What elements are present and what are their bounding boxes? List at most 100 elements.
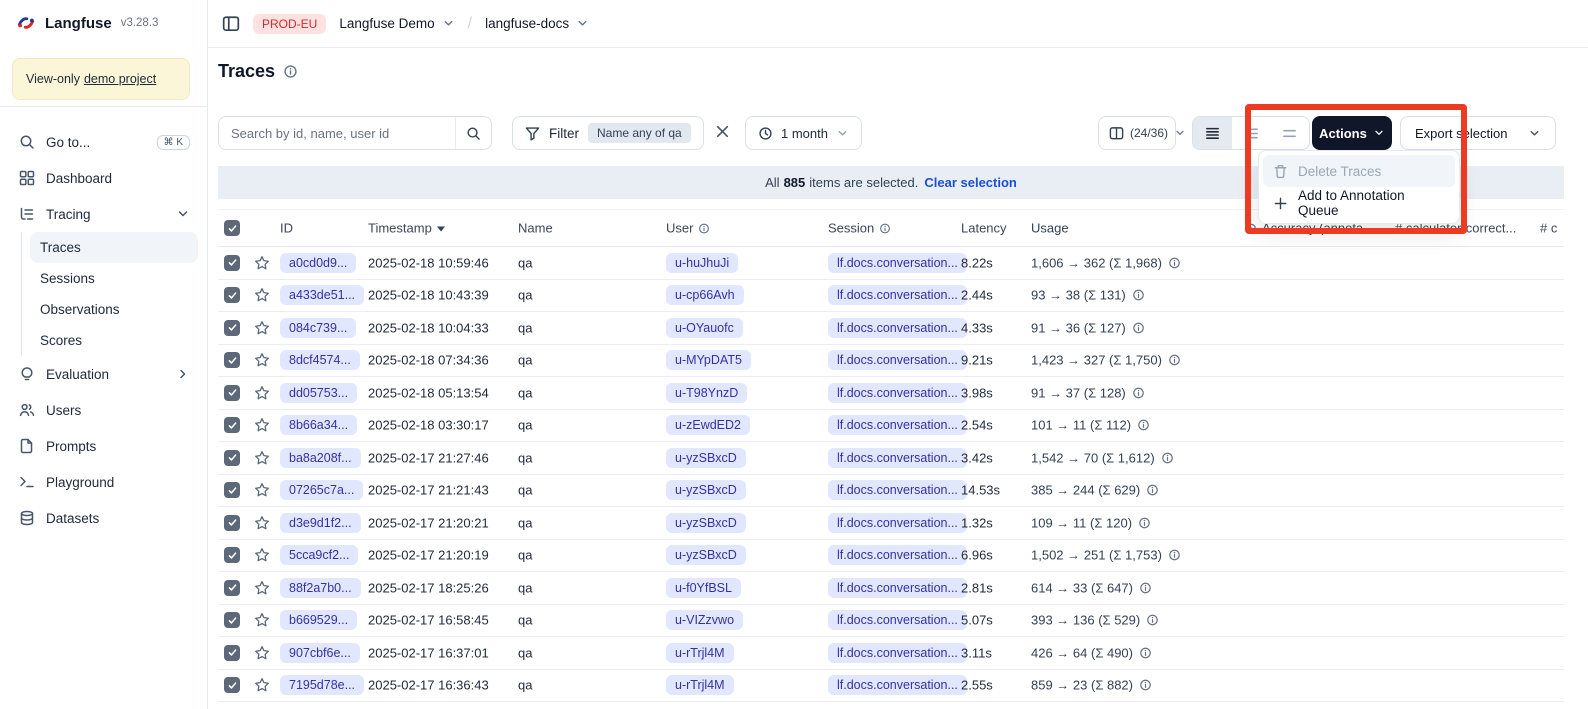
table-row[interactable]: 07265c7a... 2025-02-17 21:21:43 qa u-yzS… xyxy=(218,475,1564,508)
row-checkbox[interactable] xyxy=(224,352,240,368)
star-icon[interactable] xyxy=(254,417,270,433)
user-badge[interactable]: u-T98YnzD xyxy=(666,383,747,403)
info-icon[interactable] xyxy=(1137,419,1150,432)
sidebar-item-observations[interactable]: Observations xyxy=(30,294,198,325)
project-switcher[interactable]: langfuse-docs xyxy=(485,16,589,31)
row-height-medium-icon[interactable] xyxy=(1232,117,1271,149)
user-badge[interactable]: u-OYauofc xyxy=(666,318,743,338)
sidebar-item-evaluation[interactable]: Evaluation xyxy=(10,356,198,392)
info-icon[interactable] xyxy=(1138,516,1151,529)
info-icon[interactable] xyxy=(1132,321,1145,334)
table-row[interactable]: 8b66a34... 2025-02-18 03:30:17 qa u-zEwd… xyxy=(218,410,1564,443)
info-icon[interactable] xyxy=(1168,354,1181,367)
session-badge[interactable]: lf.docs.conversation... xyxy=(828,285,967,305)
user-badge[interactable]: u-MYpDAT5 xyxy=(666,350,751,370)
user-badge[interactable]: u-yzSBxcD xyxy=(666,545,746,565)
columns-button[interactable]: (24/36) xyxy=(1098,116,1176,150)
table-row[interactable]: 907cbf6e... 2025-02-17 16:37:01 qa u-rTr… xyxy=(218,637,1564,670)
column-header-latency[interactable]: Latency xyxy=(961,221,1007,236)
trace-id-badge[interactable]: 07265c7a... xyxy=(280,480,363,500)
star-icon[interactable] xyxy=(254,255,270,271)
star-icon[interactable] xyxy=(254,287,270,303)
sidebar-item-tracing[interactable]: Tracing xyxy=(10,196,198,232)
session-badge[interactable]: lf.docs.conversation... xyxy=(828,545,967,565)
trace-id-badge[interactable]: a0cd0d9... xyxy=(280,253,356,273)
user-badge[interactable]: u-huJhuJi xyxy=(666,253,738,273)
row-checkbox[interactable] xyxy=(224,417,240,433)
session-badge[interactable]: lf.docs.conversation... xyxy=(828,610,967,630)
actions-button[interactable]: Actions xyxy=(1312,116,1392,150)
session-badge[interactable]: lf.docs.conversation... xyxy=(828,578,967,598)
column-header-timestamp[interactable]: Timestamp xyxy=(368,221,445,236)
info-icon[interactable] xyxy=(1146,614,1159,627)
user-badge[interactable]: u-zEwdED2 xyxy=(666,415,750,435)
star-icon[interactable] xyxy=(254,352,270,368)
column-header-name[interactable]: Name xyxy=(518,221,553,236)
row-checkbox[interactable] xyxy=(224,677,240,693)
info-icon[interactable] xyxy=(1168,256,1181,269)
session-badge[interactable]: lf.docs.conversation... xyxy=(828,643,967,663)
filter-button[interactable]: Filter Name any of qa xyxy=(512,116,704,150)
sidebar-item-users[interactable]: Users xyxy=(10,392,198,428)
sidebar-item-prompts[interactable]: Prompts xyxy=(10,428,198,464)
sidebar-item-playground[interactable]: Playground xyxy=(10,464,198,500)
star-icon[interactable] xyxy=(254,450,270,466)
row-checkbox[interactable] xyxy=(224,580,240,596)
sidebar-item-goto[interactable]: Go to... ⌘ K xyxy=(10,124,198,160)
table-row[interactable]: b669529... 2025-02-17 16:58:45 qa u-VIZz… xyxy=(218,605,1564,638)
session-badge[interactable]: lf.docs.conversation... xyxy=(828,318,967,338)
star-icon[interactable] xyxy=(254,580,270,596)
column-header-user[interactable]: User xyxy=(666,221,710,236)
user-badge[interactable]: u-VIZzvwo xyxy=(666,610,743,630)
trace-id-badge[interactable]: 8b66a34... xyxy=(280,415,357,435)
info-icon[interactable] xyxy=(1132,289,1145,302)
row-checkbox[interactable] xyxy=(224,645,240,661)
sidebar-item-dashboard[interactable]: Dashboard xyxy=(10,160,198,196)
menu-item-delete-traces[interactable]: Delete Traces xyxy=(1263,155,1455,187)
trace-id-badge[interactable]: 5cca9cf2... xyxy=(280,545,358,565)
session-badge[interactable]: lf.docs.conversation... xyxy=(828,480,967,500)
table-row[interactable]: 8dcf4574... 2025-02-18 07:34:36 qa u-MYp… xyxy=(218,345,1564,378)
column-header-id[interactable]: ID xyxy=(280,221,293,236)
trace-id-badge[interactable]: a433de51... xyxy=(280,285,364,305)
row-checkbox[interactable] xyxy=(224,547,240,563)
star-icon[interactable] xyxy=(254,482,270,498)
info-icon[interactable] xyxy=(1132,386,1145,399)
search-icon[interactable] xyxy=(455,117,491,149)
time-range-button[interactable]: 1 month xyxy=(745,116,862,150)
trace-id-badge[interactable]: 88f2a7b0... xyxy=(280,578,361,598)
column-header-session[interactable]: Session xyxy=(828,221,891,236)
sidebar-item-scores[interactable]: Scores xyxy=(30,325,198,356)
select-all-checkbox[interactable] xyxy=(224,220,240,236)
row-checkbox[interactable] xyxy=(224,287,240,303)
row-checkbox[interactable] xyxy=(224,612,240,628)
user-badge[interactable]: u-yzSBxcD xyxy=(666,448,746,468)
session-badge[interactable]: lf.docs.conversation... xyxy=(828,675,967,695)
info-icon[interactable] xyxy=(1139,646,1152,659)
user-badge[interactable]: u-f0YfBSL xyxy=(666,578,741,598)
table-row[interactable]: 88f2a7b0... 2025-02-17 18:25:26 qa u-f0Y… xyxy=(218,572,1564,605)
trace-id-badge[interactable]: 907cbf6e... xyxy=(280,643,360,663)
sidebar-item-datasets[interactable]: Datasets xyxy=(10,500,198,536)
user-badge[interactable]: u-rTrjl4M xyxy=(666,675,734,695)
column-header-usage[interactable]: Usage xyxy=(1031,221,1069,236)
clear-selection-link[interactable]: Clear selection xyxy=(924,175,1017,190)
export-selection-button[interactable]: Export selection xyxy=(1400,116,1556,150)
table-row[interactable]: a0cd0d9... 2025-02-18 10:59:46 qa u-huJh… xyxy=(218,247,1564,280)
star-icon[interactable] xyxy=(254,645,270,661)
star-icon[interactable] xyxy=(254,385,270,401)
column-header-score-extra[interactable]: # c xyxy=(1540,221,1557,236)
info-icon[interactable] xyxy=(1168,549,1181,562)
session-badge[interactable]: lf.docs.conversation... xyxy=(828,350,967,370)
row-height-tall-icon[interactable] xyxy=(1270,117,1309,149)
star-icon[interactable] xyxy=(254,320,270,336)
info-icon[interactable] xyxy=(1139,679,1152,692)
row-checkbox[interactable] xyxy=(224,255,240,271)
trace-id-badge[interactable]: ba8a208f... xyxy=(280,448,361,468)
info-icon[interactable] xyxy=(1146,484,1159,497)
row-height-compact-icon[interactable] xyxy=(1193,117,1232,149)
star-icon[interactable] xyxy=(254,547,270,563)
trace-id-badge[interactable]: 7195d78e... xyxy=(280,675,364,695)
sidebar-item-sessions[interactable]: Sessions xyxy=(30,263,198,294)
menu-item-add-to-annotation-queue[interactable]: Add to Annotation Queue xyxy=(1263,187,1455,219)
